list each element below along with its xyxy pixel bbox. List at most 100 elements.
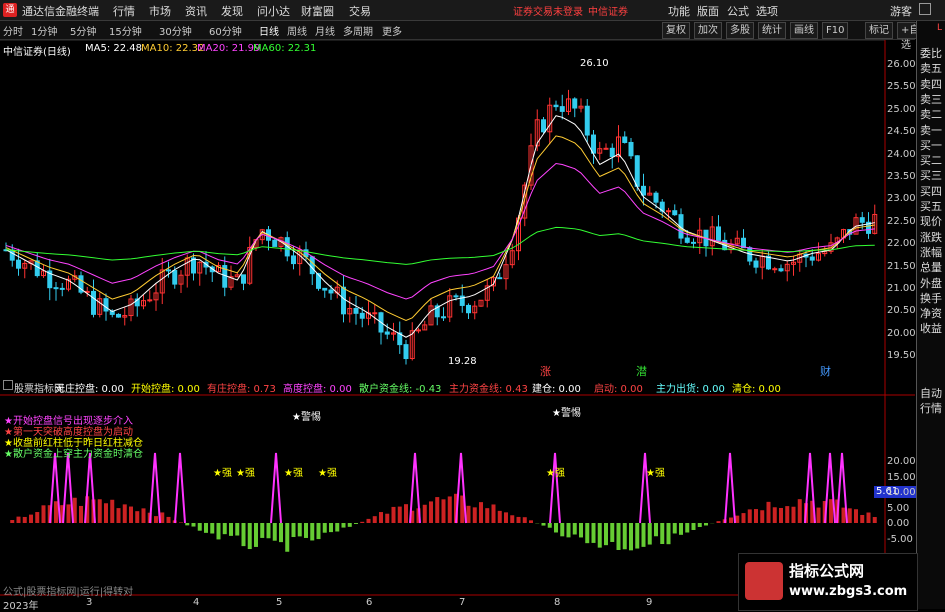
period-tab-9[interactable]: 多周期 <box>343 23 373 38</box>
sub-bar <box>342 523 346 528</box>
broker-label[interactable]: 中信证券 <box>588 3 628 18</box>
panel-item-7[interactable]: 买二 <box>920 154 944 167</box>
tool-button-3[interactable]: 统计 <box>758 22 786 39</box>
window-icon[interactable] <box>919 3 931 15</box>
marker-rise[interactable]: 涨 <box>540 363 551 379</box>
formula-note[interactable]: 公式|股票指标网|运行|得转对 <box>3 583 133 598</box>
candle-body <box>242 275 246 283</box>
menu-item-3[interactable]: 发现 <box>221 3 243 19</box>
top-right-item-3[interactable]: 选项 <box>756 3 778 19</box>
panel-item-11[interactable]: 现价 <box>920 215 944 228</box>
period-tab-2[interactable]: 5分钟 <box>70 23 96 38</box>
period-tab-10[interactable]: 更多 <box>382 23 402 38</box>
sub-bar <box>848 508 852 523</box>
sub-bar <box>279 523 283 542</box>
sub-bar <box>310 523 314 540</box>
period-tab-5[interactable]: 60分钟 <box>209 23 242 38</box>
panel-item-2[interactable]: 卖四 <box>920 78 944 91</box>
sub-bar <box>229 523 233 536</box>
candle-body <box>860 218 864 223</box>
legend-item-3: ★散户资金上穿主力资金时清仓 <box>4 445 143 460</box>
panel-item-6[interactable]: 买一 <box>920 139 944 152</box>
sub-bar <box>154 516 158 523</box>
panel-item-3[interactable]: 卖三 <box>920 93 944 106</box>
panel-item-16[interactable]: 换手 <box>920 292 944 305</box>
period-tab-4[interactable]: 30分钟 <box>159 23 192 38</box>
sub-bar <box>504 512 508 523</box>
x-axis-label-1: 3 <box>86 597 92 608</box>
top-right-item-2[interactable]: 公式 <box>727 3 749 19</box>
ma-label-3: MA60: 22.31 <box>253 43 316 54</box>
panel-item-0[interactable]: 委比 <box>920 47 944 60</box>
panel-item-10[interactable]: 买五 <box>920 200 944 213</box>
marker-latent[interactable]: 潜 <box>636 363 647 379</box>
menu-item-6[interactable]: 交易 <box>349 3 371 19</box>
tool-button-4[interactable]: 画线 <box>790 22 818 39</box>
title-bar: 通 通达信金融终端 证券交易未登录 中信证券 游客 行情市场资讯发现问小达财富圈… <box>0 0 945 21</box>
candle-body <box>810 257 814 260</box>
sub-bar <box>17 517 21 523</box>
chart-area[interactable] <box>0 40 915 609</box>
tool-button-0[interactable]: 复权 <box>662 22 690 39</box>
candle-body <box>754 261 758 267</box>
login-warning[interactable]: 证券交易未登录 <box>513 3 583 18</box>
ma-label-2: MA20: 21.99 <box>197 43 260 54</box>
panel-bottom-0[interactable]: 自动 <box>920 387 944 400</box>
panel-item-13[interactable]: 涨幅 <box>920 246 944 259</box>
tool-button-6[interactable]: 标记 <box>865 22 893 39</box>
legend-text-3: 散户资金上穿主力资金时清仓 <box>13 449 143 460</box>
sub-bar <box>867 513 871 523</box>
control-spike <box>271 453 281 523</box>
x-axis-label-0: 2023年 <box>3 597 38 612</box>
panel-item-18[interactable]: 收益 <box>920 322 944 335</box>
period-tab-7[interactable]: 周线 <box>287 23 307 38</box>
sub-bar <box>704 523 708 525</box>
stock-title[interactable]: 中信证券(日线) <box>3 43 71 58</box>
period-tab-6[interactable]: 日线 <box>259 23 279 38</box>
panel-bottom-1[interactable]: 行情 <box>920 402 944 415</box>
tool-button-2[interactable]: 多股 <box>726 22 754 39</box>
quote-side-panel: L 委比卖五卖四卖三卖二卖一买一买二买三买四买五现价涨跌涨幅总量外盘换手净资收益… <box>916 21 945 609</box>
menu-item-2[interactable]: 资讯 <box>185 3 207 19</box>
sub-bar <box>335 523 339 531</box>
panel-item-8[interactable]: 买三 <box>920 169 944 182</box>
menu-item-5[interactable]: 财富圈 <box>301 3 334 19</box>
candle-body <box>385 332 389 334</box>
candle-body <box>542 120 546 132</box>
candle-body <box>167 270 171 271</box>
menu-item-1[interactable]: 市场 <box>149 3 171 19</box>
panel-item-9[interactable]: 买四 <box>920 185 944 198</box>
period-tab-0[interactable]: 分时 <box>3 23 23 38</box>
panel-item-12[interactable]: 涨跌 <box>920 231 944 244</box>
top-right-item-0[interactable]: 功能 <box>668 3 690 19</box>
period-tab-1[interactable]: 1分钟 <box>31 23 57 38</box>
strong-label-4: ★强 <box>318 464 337 479</box>
sub-bar <box>35 512 39 523</box>
menu-item-0[interactable]: 行情 <box>113 3 135 19</box>
panel-item-5[interactable]: 卖一 <box>920 124 944 137</box>
sub-bar <box>273 523 277 541</box>
panel-item-4[interactable]: 卖二 <box>920 108 944 121</box>
panel-item-15[interactable]: 外盘 <box>920 277 944 290</box>
period-tab-3[interactable]: 15分钟 <box>109 23 142 38</box>
sub-bar <box>210 523 214 533</box>
panel-item-17[interactable]: 净资 <box>920 307 944 320</box>
sub-settings-icon[interactable] <box>3 380 13 390</box>
sub-bar <box>192 523 196 527</box>
sub-bar <box>692 523 696 530</box>
panel-item-1[interactable]: 卖五 <box>920 62 944 75</box>
tool-button-1[interactable]: 加次 <box>694 22 722 39</box>
candle-body <box>623 137 627 142</box>
guest-button[interactable]: 游客 <box>890 3 912 19</box>
marker-finance[interactable]: 财 <box>820 363 831 379</box>
sub-bar <box>829 499 833 523</box>
candle-body <box>717 227 721 240</box>
menu-item-4[interactable]: 问小达 <box>257 3 290 19</box>
top-right-item-1[interactable]: 版面 <box>697 3 719 19</box>
panel-item-14[interactable]: 总量 <box>920 261 944 274</box>
watermark-title: 指标公式网 <box>789 560 864 581</box>
x-axis-label-4: 6 <box>366 597 372 608</box>
period-tab-8[interactable]: 月线 <box>315 23 335 38</box>
y-axis-label-6: 23.00 <box>887 193 916 204</box>
tool-button-5[interactable]: F10 <box>822 22 848 39</box>
